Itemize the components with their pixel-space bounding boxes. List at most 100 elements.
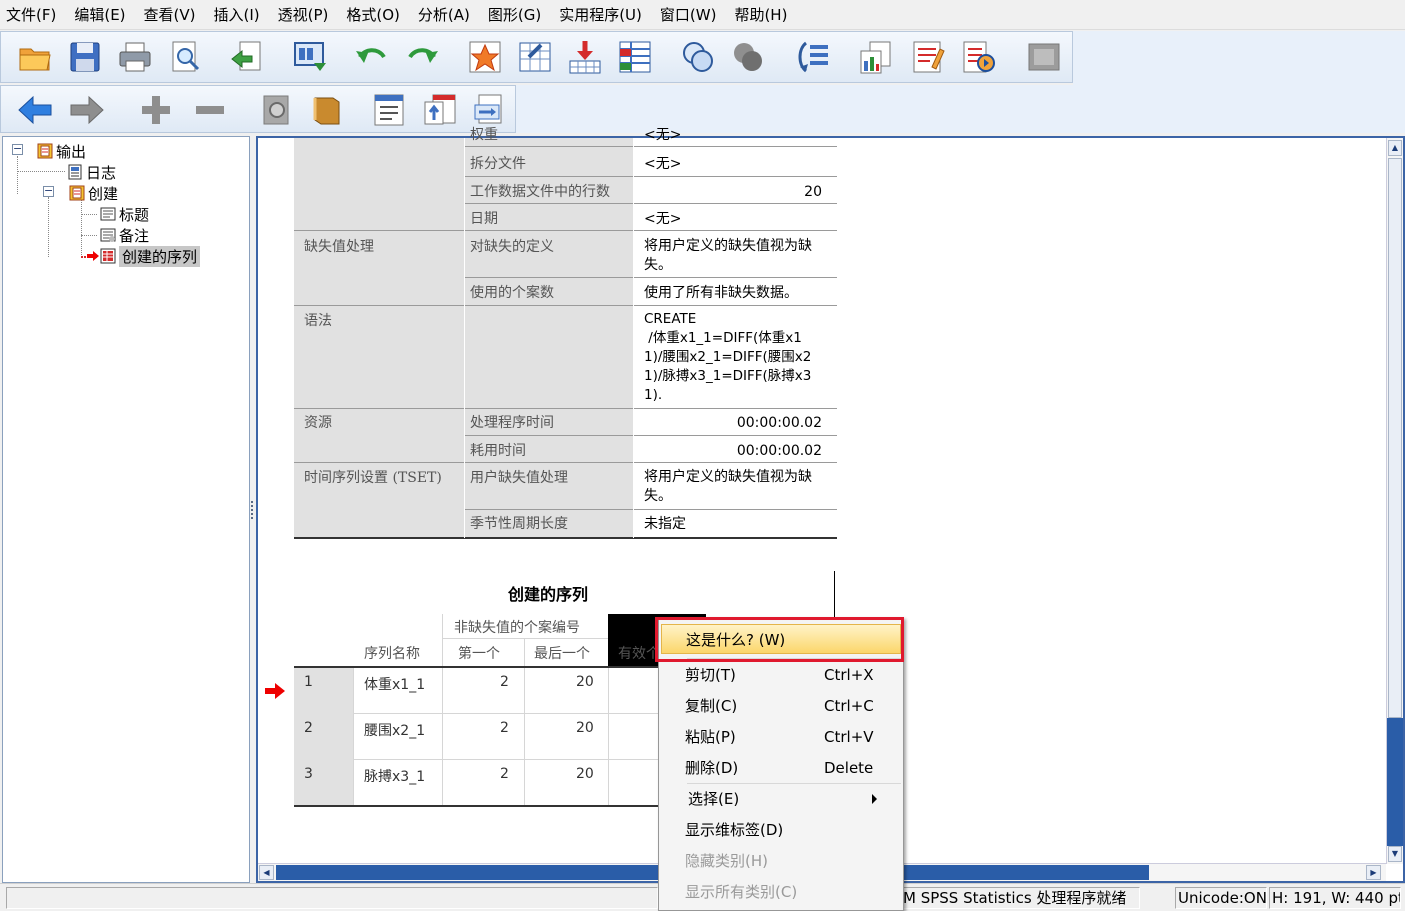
table-icon <box>100 248 116 264</box>
menu-format[interactable]: 格式(O) <box>340 0 412 30</box>
chart-icon[interactable] <box>958 37 998 77</box>
menu-analyze[interactable]: 分析(A) <box>412 0 482 30</box>
series-name: 体重x1_1 <box>364 677 426 693</box>
expand-icon[interactable] <box>136 90 176 130</box>
scroll-down-arrow-icon[interactable]: ▼ <box>1388 846 1402 862</box>
print-preview-icon[interactable] <box>165 37 205 77</box>
menu-file[interactable]: 文件(F) <box>0 0 68 30</box>
first-case: 2 <box>500 720 509 736</box>
tree-connector <box>17 171 65 172</box>
tree-node-create[interactable]: 创建 <box>69 183 118 203</box>
goto-data-icon[interactable] <box>465 37 505 77</box>
table-cell: 用户缺失值处理 <box>470 470 568 486</box>
table-cell: 缺失值处理 <box>304 239 374 255</box>
weight-cases-icon[interactable] <box>794 37 834 77</box>
table-cell: 日期 <box>470 211 498 227</box>
undo-icon[interactable] <box>352 37 392 77</box>
header-bottom-border <box>294 666 714 668</box>
back-arrow-icon[interactable] <box>15 90 55 130</box>
save-icon[interactable] <box>65 37 105 77</box>
menu-insert[interactable]: 插入(I) <box>208 0 272 30</box>
scroll-right-arrow-icon[interactable]: ▶ <box>1366 865 1381 880</box>
menu-pivot[interactable]: 透视(P) <box>272 0 341 30</box>
select-cases-icon[interactable] <box>728 37 768 77</box>
redo-icon[interactable] <box>402 37 442 77</box>
variables-icon[interactable] <box>615 37 655 77</box>
menu-view[interactable]: 查看(V) <box>138 0 208 30</box>
tree-node-label: 备注 <box>119 226 150 245</box>
tree-connector <box>48 197 49 257</box>
menu-select[interactable]: 选择(E) <box>661 784 901 814</box>
main-toolbar <box>0 31 1073 83</box>
table-cell: 资源 <box>304 415 332 431</box>
insert-text-icon[interactable] <box>469 90 509 130</box>
pivot-table-icon[interactable] <box>908 37 948 77</box>
menu-graphs[interactable]: 图形(G) <box>482 0 553 30</box>
table-cell: 对缺失的定义 <box>470 239 554 255</box>
table-cell: 00:00:00.02 <box>736 415 822 431</box>
table-cell: <无> <box>644 127 682 143</box>
row-divider <box>353 713 708 714</box>
splitter-grip[interactable] <box>251 501 255 519</box>
row-number: 3 <box>304 766 313 782</box>
tree-node-log[interactable]: 日志 <box>67 162 116 182</box>
menu-edit[interactable]: 编辑(E) <box>68 0 137 30</box>
scroll-left-arrow-icon[interactable]: ◀ <box>259 865 274 880</box>
tree-node-title[interactable]: 标题 <box>100 204 149 224</box>
series-name: 脉搏x3_1 <box>364 769 426 785</box>
collapse-toggle[interactable]: − <box>12 143 23 155</box>
export-icon[interactable] <box>228 37 268 77</box>
menu-utilities[interactable]: 实用程序(U) <box>553 0 654 30</box>
row-divider <box>464 146 837 147</box>
insert-heading-icon[interactable] <box>369 90 409 130</box>
table-cell: 处理程序时间 <box>470 415 554 431</box>
menu-paste[interactable]: 粘贴(P) Ctrl+V <box>661 722 901 752</box>
menu-item-label: 隐藏类别(H) <box>685 852 768 870</box>
open-icon[interactable] <box>15 37 55 77</box>
menu-window[interactable]: 窗口(W) <box>654 0 729 30</box>
row-divider <box>464 176 837 177</box>
split-file-icon[interactable] <box>678 37 718 77</box>
collapse-icon[interactable] <box>190 90 230 130</box>
menu-delete[interactable]: 删除(D) Delete <box>661 753 901 783</box>
scroll-thumb[interactable] <box>1388 158 1402 718</box>
table-cell: <无> <box>644 211 682 227</box>
status-dimensions: H: 191, W: 440 pt. <box>1269 887 1401 909</box>
column-divider <box>524 638 525 806</box>
scroll-track-fill <box>1387 718 1403 846</box>
menu-help[interactable]: 帮助(H) <box>728 0 799 30</box>
output-book-icon <box>69 185 85 201</box>
insert-title-icon[interactable] <box>421 90 461 130</box>
forward-arrow-icon[interactable] <box>67 90 107 130</box>
table-bottom-border <box>294 805 714 807</box>
col-header-last: 最后一个 <box>534 646 590 662</box>
submenu-arrow-icon <box>872 794 877 804</box>
tree-connector <box>17 156 18 194</box>
tree-node-notes[interactable]: 备注 <box>100 225 149 245</box>
tree-node-output[interactable]: 输出 <box>37 141 86 161</box>
series-name: 腰围x2_1 <box>364 723 426 739</box>
last-case: 20 <box>576 674 594 690</box>
menu-copy[interactable]: 复制(C) Ctrl+C <box>661 691 901 721</box>
first-case: 2 <box>500 674 509 690</box>
goto-case-icon[interactable] <box>515 37 555 77</box>
status-processor: M SPSS Statistics 处理程序就绪 <box>900 887 1140 909</box>
current-row-arrow-icon <box>265 683 285 699</box>
row-divider <box>294 230 837 231</box>
recall-dialog-icon[interactable] <box>290 37 330 77</box>
designate-window-icon[interactable] <box>856 37 896 77</box>
menu-cut[interactable]: 剪切(T) Ctrl+X <box>661 660 901 690</box>
table-cell: 季节性周期长度 <box>470 516 568 532</box>
goto-variable-icon[interactable] <box>565 37 605 77</box>
table-cell: 将用户定义的缺失值视为缺失。 <box>644 469 812 504</box>
vertical-scrollbar[interactable]: ▲ ▼ <box>1386 138 1403 864</box>
menu-show-dimension-labels[interactable]: 显示维标签(D) <box>661 815 901 845</box>
show-icon[interactable] <box>257 90 297 130</box>
tree-node-created-series[interactable]: 创建的序列 <box>100 245 201 267</box>
print-icon[interactable] <box>115 37 155 77</box>
collapse-toggle[interactable]: − <box>43 185 54 197</box>
scroll-up-arrow-icon[interactable]: ▲ <box>1388 140 1402 156</box>
table-bottom-border <box>294 537 837 539</box>
hide-icon[interactable] <box>307 90 347 130</box>
menu-item-label: 粘贴(P) <box>685 728 736 746</box>
